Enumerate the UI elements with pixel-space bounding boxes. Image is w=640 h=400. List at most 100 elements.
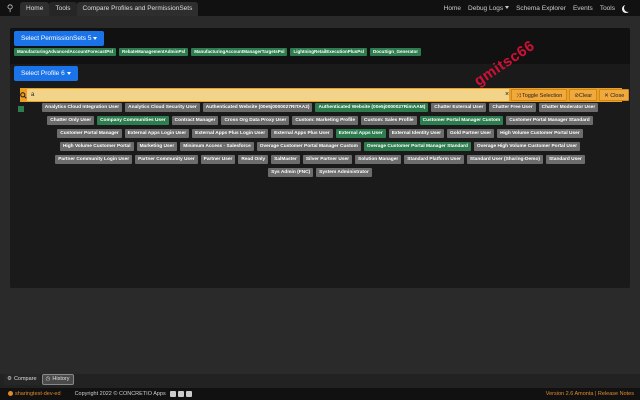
profile-option[interactable]: Chatter Free User — [489, 103, 536, 112]
tab-tools[interactable]: Tools — [49, 2, 77, 16]
shuffle-icon: ⤨ — [516, 93, 521, 99]
profile-option[interactable]: External Apps Plus Login User — [192, 129, 269, 138]
profile-option[interactable]: Partner User — [200, 155, 236, 164]
clear-label: Clear — [578, 93, 593, 99]
profile-option[interactable]: External Apps Login User — [124, 129, 190, 138]
profile-option-selected[interactable]: Customer Portal Manager Custom — [419, 116, 504, 125]
profile-option[interactable]: Overage Customer Portal Manager Custom — [256, 142, 361, 151]
social-links — [169, 391, 192, 397]
profile-option[interactable]: Chatter Only User — [47, 116, 95, 125]
permset-tag[interactable]: RebateManagementAdminPsl — [119, 48, 189, 56]
right-nav: Home Debug Logs Schema Explorer Events T… — [444, 0, 640, 16]
org-user[interactable]: sharingtest-dev-ed — [8, 391, 61, 397]
nav-home-link[interactable]: Home — [444, 5, 461, 12]
profile-option[interactable]: System Administrator — [316, 168, 372, 177]
profile-option[interactable]: Sys Admin (FNC) — [268, 168, 314, 177]
profile-option[interactable]: Partner Community User — [135, 155, 198, 164]
profile-option[interactable]: Custom: Sales Profile — [361, 116, 417, 125]
chevron-down-icon — [93, 36, 98, 40]
profile-option[interactable]: High Volume Customer Portal — [59, 142, 134, 151]
profile-option[interactable]: Custom: Marketing Profile — [292, 116, 359, 125]
nav-events-link[interactable]: Events — [573, 5, 593, 12]
profile-option[interactable]: Analytics Cloud Security User — [125, 103, 200, 112]
chevron-down-icon — [66, 71, 71, 75]
profile-option[interactable]: High Volume Customer Portal User — [497, 129, 583, 138]
tab-compare[interactable]: ⚙ Compare — [4, 374, 40, 385]
profile-row: Partner Community Login User Partner Comm… — [20, 155, 620, 164]
version-release-notes[interactable]: Version 2.6 Amonta | Release Notes — [546, 391, 634, 397]
copyright-text: Copyright 2022 © CONCRETIO Apps — [74, 391, 166, 397]
linkedin-icon[interactable] — [169, 391, 176, 397]
profile-option-selected[interactable]: Overage Customer Portal Manager Standard — [363, 142, 471, 151]
profile-option[interactable]: Authenticated Website (00e5j0000027RITAA… — [202, 103, 313, 112]
nav-schema-explorer-link[interactable]: Schema Explorer — [516, 5, 566, 12]
tab-history[interactable]: ◷ History — [41, 374, 74, 385]
search-icon — [20, 88, 27, 102]
footer: sharingtest-dev-ed Copyright 2022 © CONC… — [0, 388, 640, 400]
user-icon — [8, 391, 13, 397]
profile-option[interactable]: Solution Manager — [355, 155, 402, 164]
profile-option-selected[interactable]: Company Communities User — [97, 116, 169, 125]
profile-row: Sys Admin (FNC) System Administrator — [20, 168, 620, 177]
profile-option[interactable]: Partner Community Login User — [55, 155, 133, 164]
profile-option-selected[interactable]: Authenticated Website (00e5j0000027RimAA… — [315, 103, 429, 112]
tab-compare-profiles[interactable]: Compare Profiles and PermissionSets — [76, 2, 199, 16]
profile-row: Analytics Cloud Integration User Analytic… — [20, 103, 620, 112]
profile-option[interactable]: Chatter External User — [431, 103, 487, 112]
profile-option[interactable]: Analytics Cloud Integration User — [41, 103, 123, 112]
profile-option[interactable]: Contract Manager — [171, 116, 219, 125]
twitter-icon[interactable] — [185, 391, 192, 397]
profile-option[interactable]: External Apps Plus User — [271, 129, 333, 138]
facebook-icon[interactable] — [177, 391, 184, 397]
close-label: Close — [610, 93, 625, 99]
permset-tag[interactable]: DocuSign_Generator — [370, 48, 422, 56]
profile-option[interactable]: Overage High Volume Customer Portal User — [473, 142, 581, 151]
toggle-selection-label: Toggle Selection — [521, 93, 563, 99]
profile-option[interactable]: Minimum Access - Salesforce — [180, 142, 254, 151]
profile-option[interactable]: Marketing User — [136, 142, 178, 151]
tab-home[interactable]: Home — [20, 2, 50, 16]
profile-option[interactable]: Customer Portal Manager Standard — [506, 116, 593, 125]
permset-tag[interactable]: ManufacturingAccountManagerTargetsPsl — [191, 48, 288, 56]
profile-option[interactable]: Read Only — [238, 155, 269, 164]
close-icon: ✕ — [604, 93, 609, 99]
dark-mode-moon-icon[interactable] — [624, 4, 632, 12]
profile-option[interactable]: Silver Partner User — [302, 155, 353, 164]
profile-search-input[interactable] — [27, 89, 505, 101]
profile-row: Chatter Only User Company Communities Use… — [20, 116, 620, 125]
permset-tag-list: ManufacturingAdvancedAccountForecastPsl R… — [14, 48, 422, 56]
profile-option[interactable]: External Identity User — [388, 129, 445, 138]
select-permsets-button[interactable]: Select PermissionSets 5 — [14, 31, 105, 46]
org-user-label: sharingtest-dev-ed — [15, 391, 61, 397]
select-profile-label: Select Profile 6 — [21, 70, 65, 77]
select-profile-button[interactable]: Select Profile 6 — [14, 66, 78, 81]
app-logo-icon[interactable]: ⚲ — [4, 2, 16, 14]
history-icon: ◷ — [45, 376, 51, 382]
chevron-down-icon — [505, 6, 510, 10]
clear-search-icon[interactable]: × — [505, 89, 510, 101]
profile-option[interactable]: Standard Platform User — [404, 155, 464, 164]
compare-icon: ⚙ — [7, 376, 12, 382]
profile-search-row: × ⤨ Toggle Selection ⊘Clear ✕ Close — [20, 88, 630, 102]
nav-tools-link[interactable]: Tools — [600, 5, 615, 12]
clear-button[interactable]: ⊘Clear — [569, 89, 598, 101]
profile-option[interactable]: Gold Partner User — [447, 129, 495, 138]
toggle-selection-button[interactable]: ⤨ Toggle Selection — [511, 89, 568, 101]
close-button[interactable]: ✕ Close — [599, 89, 630, 101]
profile-option[interactable]: Chatter Moderator User — [538, 103, 599, 112]
app-window: ⚲ Home Tools Compare Profiles and Permis… — [0, 0, 640, 400]
profile-option[interactable]: Standard User — [545, 155, 585, 164]
profile-option-grid: Analytics Cloud Integration User Analytic… — [20, 103, 620, 181]
profile-option[interactable]: Standard User (Sharing-Demo) — [466, 155, 543, 164]
profile-option[interactable]: SalMaster — [271, 155, 300, 164]
permset-tag[interactable]: LightningRetailExecutionPlusPsl — [290, 48, 367, 56]
profile-option-selected[interactable]: External Apps User — [335, 129, 386, 138]
bottom-tabs: ⚙ Compare ◷ History — [4, 374, 74, 386]
select-permsets-label: Select PermissionSets 5 — [21, 35, 92, 42]
permset-tag[interactable]: ManufacturingAdvancedAccountForecastPsl — [14, 48, 117, 56]
nav-debug-logs-link[interactable]: Debug Logs — [468, 5, 510, 12]
profile-row: Customer Portal Manager External Apps Log… — [20, 129, 620, 138]
top-navbar: ⚲ Home Tools Compare Profiles and Permis… — [0, 0, 640, 16]
profile-option[interactable]: Customer Portal Manager — [57, 129, 122, 138]
profile-option[interactable]: Cross Org Data Proxy User — [221, 116, 290, 125]
